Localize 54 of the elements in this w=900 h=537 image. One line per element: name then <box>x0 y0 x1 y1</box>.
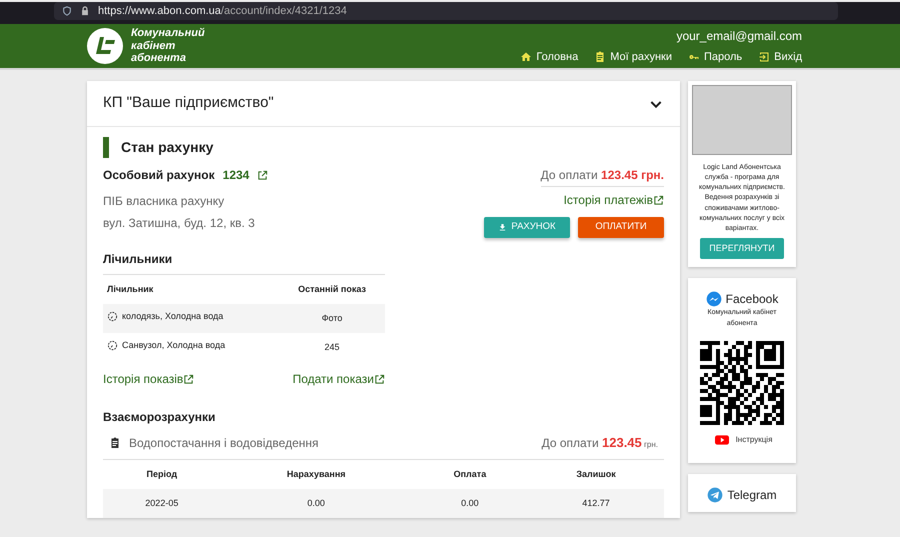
meter-reading: 245 <box>279 333 385 362</box>
telegram-title: Telegram <box>727 486 777 504</box>
gauge-icon <box>107 340 118 352</box>
meter-link[interactable]: Подати покази <box>292 370 385 388</box>
amount-due: До оплати 123.45 грн. <box>540 166 664 187</box>
table-cell: 412.77 <box>528 489 664 518</box>
video-link[interactable]: Інструкція <box>712 432 772 447</box>
brand-name: Комунальний кабінет абонента <box>131 27 206 65</box>
meters-title: Лічильники <box>103 250 385 275</box>
logo[interactable] <box>87 28 123 64</box>
nav-link[interactable]: Мої рахунки <box>594 48 672 66</box>
table-cell: 0.00 <box>220 489 412 518</box>
column-header: Оплата <box>412 460 528 489</box>
meter-name: Санвузол, Холодна вода <box>107 339 226 353</box>
clipboard-icon <box>594 51 606 63</box>
url-text: https://www.abon.com.ua/account/index/4321/1234 <box>98 4 347 19</box>
account-number[interactable]: Особовий рахунок 1234 <box>103 166 268 184</box>
download-icon <box>498 223 508 232</box>
shield-icon <box>62 6 72 16</box>
lock-icon <box>80 6 90 16</box>
amount-due: До оплати 123.45 грн. <box>542 434 658 452</box>
settlements-title: Взаєморозрахунки <box>103 409 216 426</box>
column-header: Період <box>103 460 221 489</box>
address-bar[interactable]: https://www.abon.com.ua/account/index/4321/1234 <box>54 2 838 20</box>
column-header: Останній показ <box>279 275 385 304</box>
address: вул. Затишна, буд. 12, кв. 3 <box>103 215 256 232</box>
facebook-title: Facebook <box>726 291 778 308</box>
external-link-icon <box>374 374 385 384</box>
column-header: Залишок <box>528 460 664 489</box>
section-title: Стан рахунку <box>103 137 664 158</box>
meter-reading: Фото <box>279 304 385 333</box>
nav-link[interactable]: Пароль <box>688 48 742 66</box>
table-cell: 0.00 <box>412 489 528 518</box>
column-header: Лічильник <box>103 275 280 304</box>
exit-icon <box>758 51 770 63</box>
table-cell: 2022-05 <box>103 489 221 518</box>
owner-name: ПІБ власника рахунку <box>103 193 226 210</box>
clipboard-icon <box>109 436 121 448</box>
company-title: КП "Ваше підприємство" <box>103 93 274 114</box>
payment-history-link[interactable]: Історія платежів <box>564 191 664 209</box>
nav-link[interactable]: Вихід <box>758 48 802 66</box>
service-name: Водопостачання і водовідведення <box>129 434 318 452</box>
home-icon <box>520 51 532 63</box>
pay-button[interactable]: ОПЛАТИТИ <box>578 217 664 238</box>
company-header[interactable]: КП "Ваше підприємство" <box>87 81 680 127</box>
meter-link[interactable]: Історія показів <box>103 370 194 388</box>
external-link-icon <box>183 374 194 384</box>
gauge-icon <box>107 311 118 322</box>
meter-name: колодязь, Холодна вода <box>107 310 224 324</box>
column-header: Нарахування <box>220 460 412 489</box>
external-link-icon <box>653 194 664 206</box>
user-email: your_email@gmail.com <box>676 28 802 45</box>
external-link-icon <box>257 170 268 180</box>
nav-link[interactable]: Головна <box>520 48 578 66</box>
